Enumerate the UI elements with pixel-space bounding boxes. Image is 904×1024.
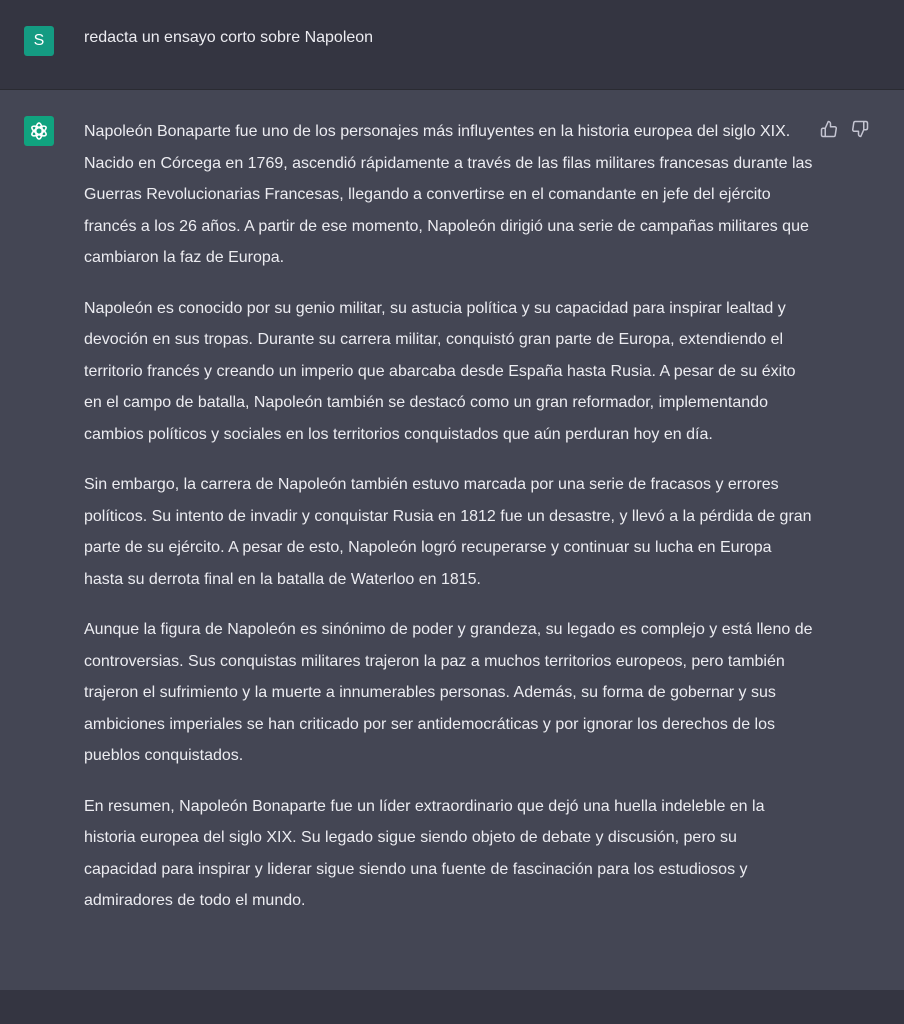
thumbs-up-icon [820,120,837,138]
footer-area [0,990,904,1024]
user-message-text: redacta un ensayo corto sobre Napoleon [84,29,374,46]
thumbs-down-button[interactable] [851,120,871,140]
user-avatar: S [24,26,54,56]
answer-paragraph: Napoleón Bonaparte fue uno de los person… [84,123,813,266]
user-message-row: S redacta un ensayo corto sobre Napoleon [0,0,904,90]
assistant-message-text: Napoleón Bonaparte fue uno de los person… [84,116,814,936]
answer-paragraph: Napoleón es conocido por su genio milita… [84,299,796,443]
thumbs-up-button[interactable] [820,120,840,140]
answer-paragraph: Aunque la figura de Napoleón es sinónimo… [84,621,813,764]
openai-logo-icon [31,122,47,140]
answer-paragraph: En resumen, Napoleón Bonaparte fue un lí… [84,797,765,910]
assistant-message-row: Napoleón Bonaparte fue uno de los person… [0,90,904,990]
assistant-avatar [24,116,54,146]
answer-paragraph: Sin embargo, la carrera de Napoleón tamb… [84,476,812,588]
thumbs-down-icon [852,120,869,138]
